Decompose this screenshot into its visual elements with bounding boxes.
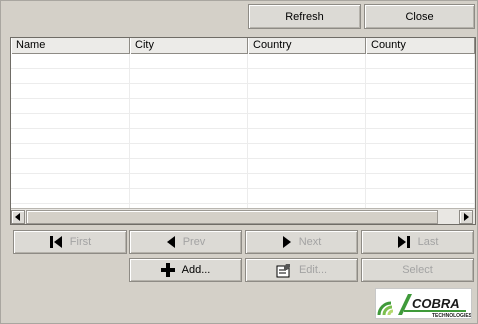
table-cell[interactable]	[130, 114, 248, 129]
refresh-label: Refresh	[285, 10, 324, 23]
table-cell[interactable]	[11, 99, 130, 114]
table-cell[interactable]	[130, 189, 248, 204]
add-label: Add...	[181, 264, 211, 276]
table-cell[interactable]	[366, 144, 475, 159]
svg-text:COBRA: COBRA	[412, 296, 460, 311]
scroll-left-button[interactable]	[11, 210, 25, 224]
skip-last-icon	[397, 235, 411, 249]
table-cell[interactable]	[248, 84, 366, 99]
cobra-technologies-logo: COBRA TECHNOLOGIES	[375, 288, 473, 319]
horizontal-scrollbar[interactable]	[11, 208, 475, 224]
table-cell[interactable]	[248, 189, 366, 204]
table-cell[interactable]	[11, 129, 130, 144]
refresh-button[interactable]: Refresh	[248, 4, 361, 29]
records-table[interactable]: Name City Country County	[10, 37, 476, 225]
scroll-left-arrow-icon	[15, 213, 20, 221]
table-body[interactable]	[11, 54, 475, 208]
table-cell[interactable]	[130, 144, 248, 159]
column-header-country[interactable]: Country	[248, 38, 366, 54]
table-cell[interactable]	[366, 174, 475, 189]
table-row[interactable]	[11, 129, 475, 144]
table-cell[interactable]	[248, 54, 366, 69]
table-cell[interactable]	[248, 144, 366, 159]
arrow-right-icon	[282, 235, 292, 249]
edit-label: Edit...	[298, 264, 328, 276]
table-cell[interactable]	[11, 69, 130, 84]
last-label: Last	[417, 236, 439, 248]
table-cell[interactable]	[11, 174, 130, 189]
table-cell[interactable]	[366, 54, 475, 69]
column-header-name[interactable]: Name	[11, 38, 130, 54]
table-cell[interactable]	[248, 114, 366, 129]
scroll-right-button[interactable]	[459, 210, 473, 224]
table-cell[interactable]	[11, 84, 130, 99]
table-row[interactable]	[11, 174, 475, 189]
column-header-city[interactable]: City	[130, 38, 248, 54]
last-button[interactable]: Last	[361, 230, 474, 254]
table-row[interactable]	[11, 84, 475, 99]
add-button[interactable]: Add...	[129, 258, 242, 282]
table-row[interactable]	[11, 144, 475, 159]
plus-icon	[160, 263, 175, 277]
table-cell[interactable]	[366, 189, 475, 204]
table-cell[interactable]	[366, 84, 475, 99]
edit-form-icon	[276, 263, 292, 278]
close-button[interactable]: Close	[364, 4, 475, 29]
select-label: Select	[402, 264, 433, 276]
edit-button[interactable]: Edit...	[245, 258, 358, 282]
table-cell[interactable]	[11, 144, 130, 159]
prev-label: Prev	[182, 236, 206, 248]
table-cell[interactable]	[248, 69, 366, 84]
table-row[interactable]	[11, 69, 475, 84]
svg-text:TECHNOLOGIES: TECHNOLOGIES	[432, 313, 471, 318]
table-header: Name City Country County	[11, 38, 475, 54]
table-row[interactable]	[11, 114, 475, 129]
next-button[interactable]: Next	[245, 230, 358, 254]
table-cell[interactable]	[366, 69, 475, 84]
table-row[interactable]	[11, 189, 475, 204]
table-cell[interactable]	[11, 189, 130, 204]
scrollbar-thumb[interactable]	[26, 210, 438, 224]
table-cell[interactable]	[366, 99, 475, 114]
table-cell[interactable]	[366, 129, 475, 144]
close-label: Close	[405, 10, 434, 23]
table-row[interactable]	[11, 54, 475, 69]
table-cell[interactable]	[248, 129, 366, 144]
table-cell[interactable]	[11, 54, 130, 69]
table-row[interactable]	[11, 99, 475, 114]
arrow-left-icon	[166, 235, 176, 249]
first-button[interactable]: First	[13, 230, 127, 254]
table-cell[interactable]	[11, 114, 130, 129]
scroll-right-arrow-icon	[464, 213, 469, 221]
select-button[interactable]: Select	[361, 258, 474, 282]
table-cell[interactable]	[130, 99, 248, 114]
table-cell[interactable]	[130, 54, 248, 69]
prev-button[interactable]: Prev	[129, 230, 242, 254]
table-cell[interactable]	[130, 129, 248, 144]
table-cell[interactable]	[366, 159, 475, 174]
next-label: Next	[298, 236, 322, 248]
skip-first-icon	[49, 235, 63, 249]
table-cell[interactable]	[11, 159, 130, 174]
table-cell[interactable]	[130, 84, 248, 99]
table-cell[interactable]	[248, 174, 366, 189]
table-cell[interactable]	[248, 99, 366, 114]
table-cell[interactable]	[366, 114, 475, 129]
table-cell[interactable]	[248, 159, 366, 174]
column-header-county[interactable]: County	[366, 38, 475, 54]
first-label: First	[69, 236, 92, 248]
table-cell[interactable]	[130, 174, 248, 189]
table-cell[interactable]	[130, 159, 248, 174]
table-cell[interactable]	[130, 69, 248, 84]
table-row[interactable]	[11, 159, 475, 174]
